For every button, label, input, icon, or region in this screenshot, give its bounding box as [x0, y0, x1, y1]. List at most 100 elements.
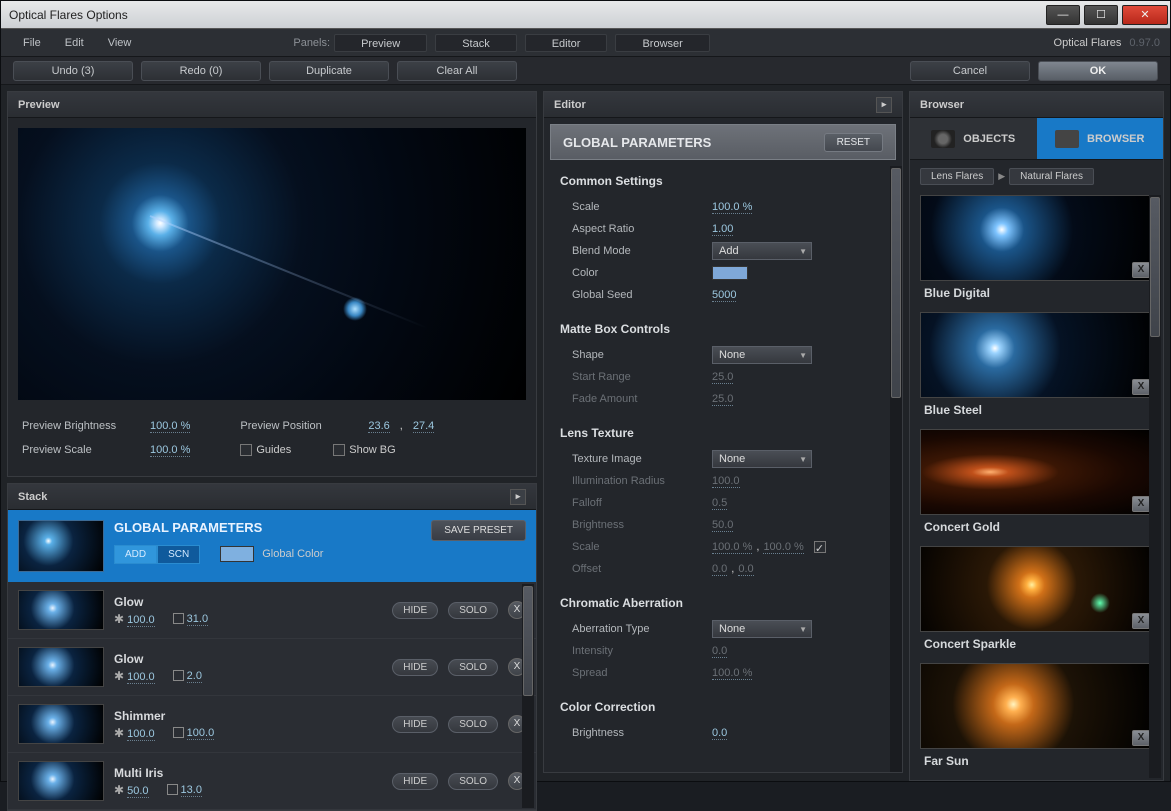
seed-value[interactable]: 5000 [712, 289, 736, 302]
stack-v1[interactable]: 50.0 [127, 785, 148, 798]
ok-button[interactable]: OK [1038, 61, 1158, 81]
solo-button[interactable]: SOLO [448, 716, 498, 733]
preview-panel: Preview Preview Brightness 100.0 % Previ… [7, 91, 537, 477]
browser-item[interactable]: XFar Sun [920, 663, 1153, 776]
stack-item[interactable]: Glow✱ 100.031.0HIDESOLOX [8, 582, 536, 639]
save-preset-button[interactable]: SAVE PRESET [431, 520, 526, 541]
crumb-natural-flares[interactable]: Natural Flares [1009, 168, 1094, 185]
stack-panel: Stack▸ GLOBAL PARAMETERS ADD SCN Global … [7, 483, 537, 811]
stack-collapse-icon[interactable]: ▸ [510, 489, 526, 505]
blend-select[interactable]: Add [712, 242, 812, 260]
preview-pos-x[interactable]: 23.6 [368, 420, 389, 433]
editor-title: Editor [554, 99, 586, 111]
star-icon: ✱ [114, 726, 124, 740]
browser-remove-button[interactable]: X [1132, 379, 1150, 395]
browser-item[interactable]: X Blue Steel [920, 312, 1153, 425]
stack-scrollbar[interactable] [522, 584, 534, 808]
clearall-button[interactable]: Clear All [397, 61, 517, 81]
maximize-button[interactable]: ☐ [1084, 5, 1118, 25]
browser-remove-button[interactable]: X [1132, 262, 1150, 278]
browser-remove-button[interactable]: X [1132, 730, 1150, 746]
redo-button[interactable]: Redo (0) [141, 61, 261, 81]
crumb-lens-flares[interactable]: Lens Flares [920, 168, 994, 185]
editor-scrollbar[interactable] [890, 166, 902, 772]
preview-brightness-value[interactable]: 100.0 % [150, 420, 190, 433]
fade-value[interactable]: 25.0 [712, 393, 733, 406]
browser-item-name: Blue Digital [920, 281, 1153, 308]
common-scale-value[interactable]: 100.0 % [712, 201, 752, 214]
stack-v2[interactable]: 13.0 [181, 784, 202, 797]
menu-edit[interactable]: Edit [53, 33, 96, 53]
panel-btn-browser[interactable]: Browser [615, 34, 709, 52]
browser-remove-button[interactable]: X [1132, 613, 1150, 629]
solo-button[interactable]: SOLO [448, 773, 498, 790]
breadcrumb: Lens Flares ▶ Natural Flares [910, 160, 1163, 193]
browser-item-name: Concert Sparkle [920, 632, 1153, 659]
showbg-checkbox[interactable] [333, 444, 345, 456]
texture-select[interactable]: None [712, 450, 812, 468]
stack-v2[interactable]: 31.0 [187, 613, 208, 626]
hide-button[interactable]: HIDE [392, 659, 438, 676]
app-window: Optical Flares Options — ☐ ✕ File Edit V… [0, 0, 1171, 782]
scn-toggle[interactable]: SCN [157, 545, 200, 564]
window-title: Optical Flares Options [1, 8, 128, 22]
start-range-value[interactable]: 25.0 [712, 371, 733, 384]
stack-v2[interactable]: 2.0 [187, 670, 202, 683]
browser-scrollbar[interactable] [1149, 195, 1161, 778]
solo-button[interactable]: SOLO [448, 602, 498, 619]
browser-item[interactable]: X Concert Gold [920, 429, 1153, 542]
hide-button[interactable]: HIDE [392, 773, 438, 790]
panel-btn-editor[interactable]: Editor [525, 34, 608, 52]
undo-button[interactable]: Undo (3) [13, 61, 133, 81]
panel-btn-preview[interactable]: Preview [334, 34, 427, 52]
toolbar: Undo (3) Redo (0) Duplicate Clear All Ca… [1, 57, 1170, 85]
browser-remove-button[interactable]: X [1132, 496, 1150, 512]
stack-v1[interactable]: 100.0 [127, 728, 155, 741]
menu-file[interactable]: File [11, 33, 53, 53]
editor-collapse-icon[interactable]: ▸ [876, 97, 892, 113]
global-color-swatch[interactable] [220, 546, 254, 562]
browser-item-name: Concert Gold [920, 515, 1153, 542]
color-swatch[interactable] [712, 266, 748, 280]
shape-select[interactable]: None [712, 346, 812, 364]
minimize-button[interactable]: — [1046, 5, 1080, 25]
duplicate-button[interactable]: Duplicate [269, 61, 389, 81]
tab-objects[interactable]: OBJECTS [910, 118, 1037, 159]
chevron-right-icon: ▶ [998, 171, 1005, 182]
star-icon: ✱ [114, 669, 124, 683]
tab-browser[interactable]: BROWSER [1037, 118, 1164, 159]
aberration-select[interactable]: None [712, 620, 812, 638]
browser-item[interactable]: X Concert Sparkle [920, 546, 1153, 659]
preview-viewport[interactable] [18, 128, 526, 400]
preview-position-label: Preview Position [240, 420, 358, 432]
preview-scale-value[interactable]: 100.0 % [150, 444, 190, 457]
preview-brightness-label: Preview Brightness [22, 420, 140, 432]
stack-v1[interactable]: 100.0 [127, 614, 155, 627]
brand: Optical Flares0.97.0 [1054, 37, 1160, 49]
stack-item[interactable]: Glow✱ 100.02.0HIDESOLOX [8, 639, 536, 696]
solo-button[interactable]: SOLO [448, 659, 498, 676]
browser-icon [1055, 130, 1079, 148]
stack-global-header[interactable]: GLOBAL PARAMETERS ADD SCN Global Color S… [8, 510, 536, 582]
square-icon [173, 613, 184, 624]
hide-button[interactable]: HIDE [392, 602, 438, 619]
stack-thumb [18, 647, 104, 687]
stack-v2[interactable]: 100.0 [187, 727, 215, 740]
stack-item[interactable]: Shimmer✱ 100.0100.0HIDESOLOX [8, 696, 536, 753]
reset-button[interactable]: RESET [824, 133, 883, 152]
hide-button[interactable]: HIDE [392, 716, 438, 733]
browser-item-name: Blue Steel [920, 398, 1153, 425]
stack-v1[interactable]: 100.0 [127, 671, 155, 684]
panel-btn-stack[interactable]: Stack [435, 34, 517, 52]
cancel-button[interactable]: Cancel [910, 61, 1030, 81]
panels-label: Panels: [293, 37, 330, 49]
scale-link-checkbox[interactable]: ✓ [814, 541, 826, 553]
aspect-value[interactable]: 1.00 [712, 223, 733, 236]
guides-checkbox[interactable] [240, 444, 252, 456]
preview-pos-y[interactable]: 27.4 [413, 420, 434, 433]
add-toggle[interactable]: ADD [114, 545, 157, 564]
browser-item[interactable]: X Blue Digital [920, 195, 1153, 308]
menu-view[interactable]: View [96, 33, 144, 53]
editor-head: GLOBAL PARAMETERS [563, 135, 711, 150]
close-button[interactable]: ✕ [1122, 5, 1168, 25]
